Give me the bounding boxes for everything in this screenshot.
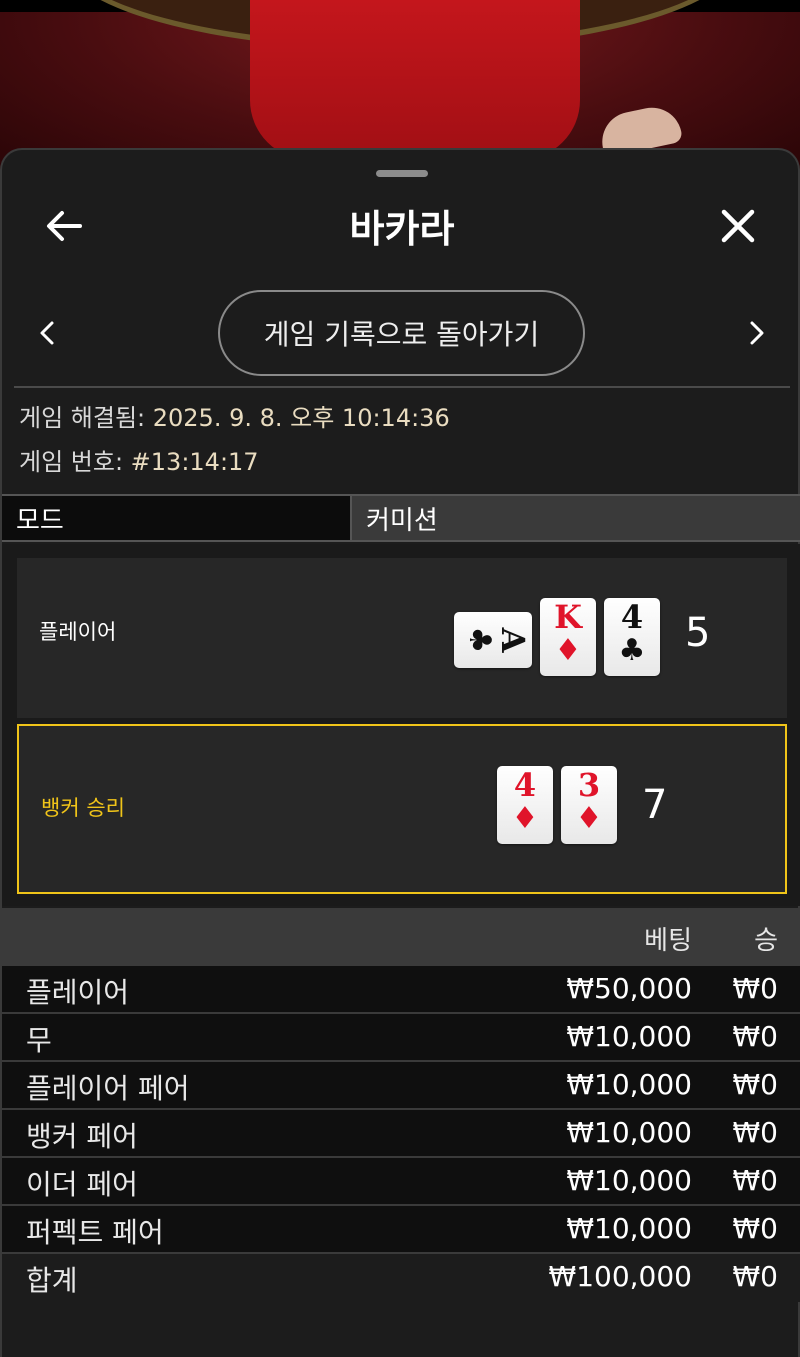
bet-amount: ₩10,000 <box>566 1068 692 1101</box>
table-row: 플레이어 페어 ₩10,000 ₩0 <box>2 1062 800 1110</box>
chevron-left-icon[interactable] <box>32 315 64 351</box>
bets-table: 베팅 승 플레이어 ₩50,000 ₩0 무 ₩10,000 ₩0 플레이어 페… <box>2 908 800 1302</box>
resolved-time: 게임 해결됨: 2025. 9. 8. 오후 10:14:36 <box>19 398 450 433</box>
card-rank: A <box>494 627 532 653</box>
playing-card: 4 ♦ <box>497 766 553 844</box>
bet-amount: ₩10,000 <box>566 1116 692 1149</box>
mode-label: 모드 <box>2 496 350 540</box>
bet-name: 무 <box>26 1024 52 1057</box>
bet-name: 뱅커 페어 <box>26 1120 138 1153</box>
banker-score: 7 <box>642 782 668 828</box>
game-number-value: #13:14:17 <box>130 448 259 476</box>
card-rank: 3 <box>577 766 601 804</box>
mode-value: 커미션 <box>350 496 800 540</box>
sheet-grabber[interactable] <box>376 170 428 177</box>
bet-win: ₩0 <box>732 972 779 1005</box>
column-header-win: 승 <box>754 926 778 956</box>
bet-name: 퍼펙트 페어 <box>26 1216 164 1249</box>
back-to-history-button[interactable]: 게임 기록으로 돌아가기 <box>218 290 585 376</box>
dealer-figure <box>250 0 580 160</box>
player-hand-label: 플레이어 <box>39 620 117 644</box>
bet-amount: ₩10,000 <box>566 1020 692 1053</box>
chevron-right-icon[interactable] <box>740 315 772 351</box>
player-score: 5 <box>685 610 711 656</box>
resolved-label: 게임 해결됨: <box>19 404 153 432</box>
sheet-header: 바카라 <box>2 190 800 260</box>
playing-card: 3 ♦ <box>561 766 617 844</box>
close-icon[interactable] <box>714 202 762 250</box>
card-suit: ♣ <box>462 626 497 654</box>
page-title: 바카라 <box>349 207 455 251</box>
bets-table-header: 베팅 승 <box>2 908 800 966</box>
divider <box>14 386 790 388</box>
playing-card: A ♣ <box>454 612 532 668</box>
column-header-bet: 베팅 <box>644 926 692 956</box>
card-suit: ♣ <box>618 633 646 668</box>
live-video-feed <box>0 0 800 170</box>
total-win: ₩0 <box>732 1260 779 1293</box>
game-history-sheet: 바카라 게임 기록으로 돌아가기 게임 해결됨: 2025. 9. 8. 오후 … <box>0 148 800 1357</box>
card-suit: ♦ <box>575 801 603 836</box>
bet-amount: ₩50,000 <box>566 972 692 1005</box>
bet-amount: ₩10,000 <box>566 1212 692 1245</box>
card-rank: 4 <box>620 598 644 636</box>
bet-win: ₩0 <box>732 1068 779 1101</box>
bet-name: 플레이어 페어 <box>26 1072 190 1105</box>
hands-panel: 플레이어 A ♣ K ♦ 4 ♣ 5 뱅커 승리 4 ♦ 3 ♦ 7 <box>2 544 800 906</box>
table-row: 뱅커 페어 ₩10,000 ₩0 <box>2 1110 800 1158</box>
history-nav: 게임 기록으로 돌아가기 <box>2 290 800 376</box>
total-amount: ₩100,000 <box>548 1260 692 1293</box>
banker-hand: 뱅커 승리 4 ♦ 3 ♦ 7 <box>17 724 787 894</box>
bet-name: 플레이어 <box>26 976 130 1009</box>
total-label: 합계 <box>26 1264 78 1297</box>
bet-win: ₩0 <box>732 1212 779 1245</box>
total-row: 합계 ₩100,000 ₩0 <box>2 1254 800 1302</box>
game-number: 게임 번호: #13:14:17 <box>19 442 259 477</box>
playing-card: K ♦ <box>540 598 596 676</box>
table-row: 플레이어 ₩50,000 ₩0 <box>2 966 800 1014</box>
bet-name: 이더 페어 <box>26 1168 138 1201</box>
bet-win: ₩0 <box>732 1116 779 1149</box>
bet-win: ₩0 <box>732 1020 779 1053</box>
card-rank: 4 <box>513 766 537 804</box>
mode-row: 모드 커미션 <box>2 494 800 542</box>
banker-hand-label: 뱅커 승리 <box>41 796 125 820</box>
card-suit: ♦ <box>511 801 539 836</box>
table-row: 무 ₩10,000 ₩0 <box>2 1014 800 1062</box>
player-hand: 플레이어 A ♣ K ♦ 4 ♣ 5 <box>17 558 787 718</box>
playing-card: 4 ♣ <box>604 598 660 676</box>
card-rank: K <box>554 598 582 636</box>
table-row: 이더 페어 ₩10,000 ₩0 <box>2 1158 800 1206</box>
bet-win: ₩0 <box>732 1164 779 1197</box>
bet-amount: ₩10,000 <box>566 1164 692 1197</box>
resolved-value: 2025. 9. 8. 오후 10:14:36 <box>152 404 450 432</box>
table-row: 퍼펙트 페어 ₩10,000 ₩0 <box>2 1206 800 1254</box>
card-suit: ♦ <box>554 633 582 668</box>
game-number-label: 게임 번호: <box>19 448 131 476</box>
